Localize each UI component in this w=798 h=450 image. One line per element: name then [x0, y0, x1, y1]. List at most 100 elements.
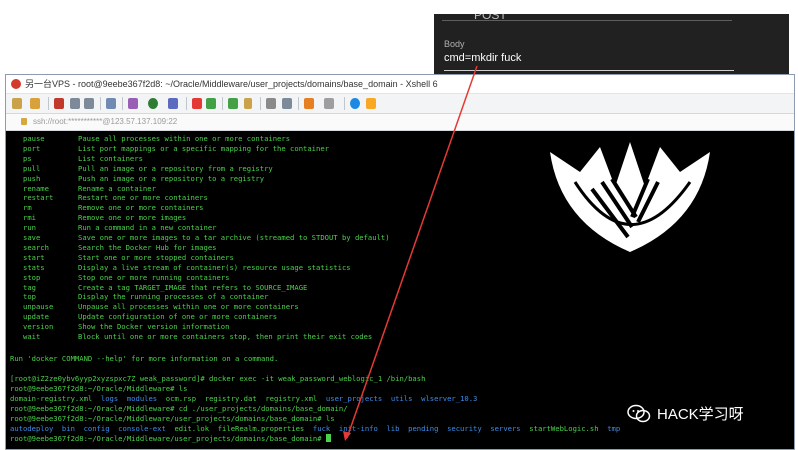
ls-file: ocm.rsp registry.dat registry.xml: [165, 394, 318, 403]
ls-dir: fuck init-info lib pending security serv…: [312, 424, 521, 433]
help-command: search: [23, 242, 49, 252]
help-command: port: [23, 143, 41, 153]
ls-dir: logs modules: [100, 394, 158, 403]
help-description: Pause all processes within one or more c…: [78, 134, 291, 143]
prompt: root@9eebe367f2d8:~/Oracle/Middleware/us…: [10, 434, 326, 443]
title-bar: 另一台VPS - root@9eebe367f2d8: ~/Oracle/Mid…: [6, 75, 794, 94]
help-description: Restart one or more containers: [78, 193, 208, 203]
body-label: Body: [444, 39, 465, 49]
toolbar-separator: [344, 97, 345, 110]
help-command: wait: [23, 332, 41, 341]
help-command: restart: [23, 193, 54, 203]
ls-file: domain-registry.xml: [10, 394, 93, 403]
help-description: Remove one or more images: [78, 213, 187, 223]
chat-icon[interactable]: [366, 98, 376, 109]
xshell-app-icon: [11, 79, 21, 89]
script-icon[interactable]: [206, 98, 216, 109]
request-body-panel: POST Body cmd=mkdir fuck: [434, 14, 789, 74]
help-command: run: [23, 223, 36, 233]
ls-file: startWebLogic.sh: [529, 424, 599, 433]
help-command: top: [23, 292, 36, 302]
help-description: Stop one or more running containers: [78, 272, 230, 282]
help-description: Display the running processes of a conta…: [78, 292, 269, 302]
help-command: rename: [23, 183, 49, 193]
lock-icon[interactable]: [244, 98, 252, 109]
terminal-line: autodeploy bin config console-ext edit.l…: [10, 424, 620, 434]
fullscreen-icon[interactable]: [228, 98, 238, 109]
lock-icon: [21, 118, 27, 125]
help-command: unpause: [23, 302, 54, 312]
help-description: Unpause all processes within one or more…: [78, 302, 299, 312]
open-folder-icon[interactable]: [30, 98, 40, 109]
help-command: pause: [23, 134, 45, 143]
help-description: Rename a container: [78, 183, 156, 193]
help-description: Remove one or more containers: [78, 203, 204, 213]
layout-icon[interactable]: [324, 98, 334, 109]
keyboard-icon[interactable]: [266, 98, 276, 109]
toolbar-separator: [122, 97, 123, 110]
toolbar-separator: [48, 97, 49, 110]
toolbar: [6, 94, 794, 114]
toolbar-separator: [298, 97, 299, 110]
help-description: Show the Docker version information: [78, 322, 230, 332]
properties-icon[interactable]: [128, 98, 138, 109]
ls-dir: autodeploy bin config console-ext: [10, 424, 166, 433]
terminal-line: [root@iZ2ze0ybv6yyp2xyzspxc7Z weak_passw…: [10, 374, 426, 383]
terminal-line: root@9eebe367f2d8:~/Oracle/Middleware/us…: [10, 414, 335, 423]
help-description: Save one or more images to a tar archive…: [78, 233, 390, 242]
divider: [444, 70, 734, 71]
ls-dir: tmp: [607, 424, 621, 433]
session-address: ssh://root:***********@123.57.137.109:22: [33, 117, 178, 126]
terminal-cursor: [325, 434, 331, 442]
help-description: Run a command in a new container: [78, 223, 217, 233]
xftp-icon[interactable]: [192, 98, 202, 109]
help-description: Start one or more stopped containers: [78, 252, 234, 262]
terminal-line: domain-registry.xml logs modules ocm.rsp…: [10, 394, 477, 404]
toolbar-separator: [222, 97, 223, 110]
help-description: Block until one or more containers stop,…: [78, 332, 373, 341]
new-session-icon[interactable]: [12, 98, 22, 109]
terminal-line: root@9eebe367f2d8:~/Oracle/Middleware/us…: [10, 434, 331, 444]
ls-file: edit.lok fileRealm.properties: [174, 424, 305, 433]
wechat-icon: [627, 404, 651, 423]
help-description: List containers: [78, 153, 143, 163]
shield-eagle-logo: [550, 142, 710, 252]
globe-icon[interactable]: [148, 98, 158, 109]
disconnect-icon[interactable]: [54, 98, 64, 109]
help-icon[interactable]: [350, 98, 360, 109]
help-description: Pull an image or a repository from a reg…: [78, 163, 273, 173]
help-command: pull: [23, 163, 41, 173]
help-command: update: [23, 312, 49, 322]
help-command: start: [23, 252, 45, 262]
compose-icon[interactable]: [282, 98, 292, 109]
toolbar-separator: [260, 97, 261, 110]
help-command: version: [23, 322, 54, 332]
toolbar-separator: [186, 97, 187, 110]
body-field[interactable]: cmd=mkdir fuck: [444, 52, 521, 64]
new-tab-icon[interactable]: [304, 98, 314, 109]
help-command: stop: [23, 272, 41, 282]
window-title: 另一台VPS - root@9eebe367f2d8: ~/Oracle/Mid…: [25, 79, 438, 89]
help-command: ps: [23, 153, 32, 163]
help-command: rmi: [23, 213, 36, 223]
copy-icon[interactable]: [70, 98, 80, 109]
help-description: Search the Docker Hub for images: [78, 242, 217, 252]
help-description: Display a live stream of container(s) re…: [78, 262, 351, 272]
paste-icon[interactable]: [84, 98, 94, 109]
ls-dir: user_projects utils wlserver_10.3: [325, 394, 478, 403]
help-footer: Run 'docker COMMAND --help' for more inf…: [10, 354, 279, 363]
help-description: Create a tag TARGET_IMAGE that refers to…: [78, 282, 308, 292]
toolbar-separator: [100, 97, 101, 110]
help-description: Update configuration of one or more cont…: [78, 312, 278, 322]
font-icon[interactable]: [168, 98, 178, 109]
help-command: tag: [23, 282, 36, 292]
find-icon[interactable]: [106, 98, 116, 109]
help-description: Push an image or a repository to a regis…: [78, 173, 265, 183]
help-command: rm: [23, 203, 32, 213]
help-command: stats: [23, 262, 45, 272]
divider: [442, 20, 732, 21]
watermark-text: HACK学习呀: [657, 406, 744, 423]
help-description: List port mappings or a specific mapping…: [78, 143, 329, 153]
help-command: save: [23, 233, 41, 242]
terminal-line: root@9eebe367f2d8:~/Oracle/Middleware# l…: [10, 384, 188, 393]
